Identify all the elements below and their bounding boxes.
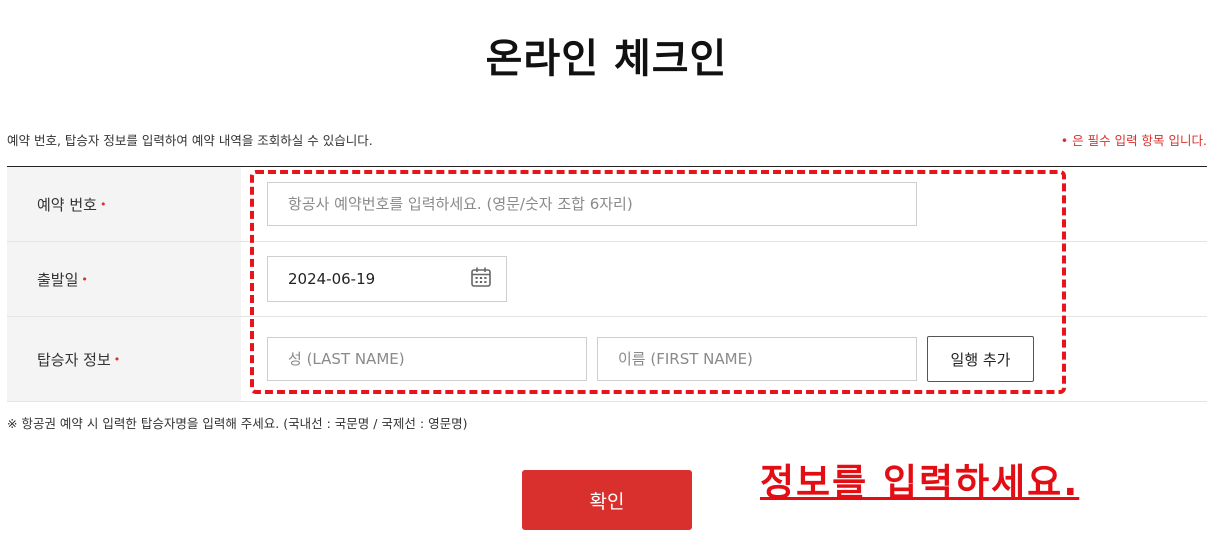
intro-text: 예약 번호, 탑승자 정보를 입력하여 예약 내역을 조회하실 수 있습니다. (7, 133, 373, 148)
confirm-button[interactable]: 확인 (522, 470, 692, 530)
passenger-info-label: 탑승자 정보 (37, 350, 111, 369)
passenger-info-label-cell: 탑승자 정보 • (7, 317, 241, 401)
passenger-name-notice: ※ 항공권 예약 시 입력한 탑승자명을 입력해 주세요. (국내선 : 국문명… (7, 416, 468, 431)
calendar-icon[interactable] (470, 266, 492, 292)
departure-date-field-cell: 2024-06-19 (241, 242, 1207, 316)
departure-date-row: 출발일 • 2024-06-19 (7, 242, 1207, 317)
booking-number-label-cell: 예약 번호 • (7, 167, 241, 241)
page-title: 온라인 체크인 (485, 36, 728, 82)
first-name-input[interactable] (597, 337, 917, 381)
departure-date-label: 출발일 (37, 270, 79, 289)
required-note: • 은 필수 입력 항목 입니다. (1060, 133, 1207, 148)
departure-date-picker[interactable]: 2024-06-19 (267, 256, 507, 302)
last-name-input[interactable] (267, 337, 587, 381)
departure-date-value: 2024-06-19 (288, 270, 376, 288)
required-marker: • (81, 272, 88, 286)
booking-number-field-cell (241, 167, 1207, 241)
required-marker: • (113, 352, 121, 366)
passenger-info-row: 탑승자 정보• 일행 추가 (7, 317, 1207, 402)
passenger-info-field-cell: 일행 추가 (241, 317, 1207, 401)
booking-number-label: 예약 번호 (37, 195, 97, 214)
departure-date-label-cell: 출발일 • (7, 242, 241, 316)
required-marker: • (99, 197, 107, 211)
add-companion-button[interactable]: 일행 추가 (927, 336, 1034, 382)
annotation-text: 정보를 입력하세요. (760, 461, 1080, 504)
booking-number-row: 예약 번호 • (7, 167, 1207, 242)
booking-number-input[interactable] (267, 182, 917, 226)
check-in-form: 예약 번호• 출발일• 2024-06-19 (7, 166, 1207, 402)
